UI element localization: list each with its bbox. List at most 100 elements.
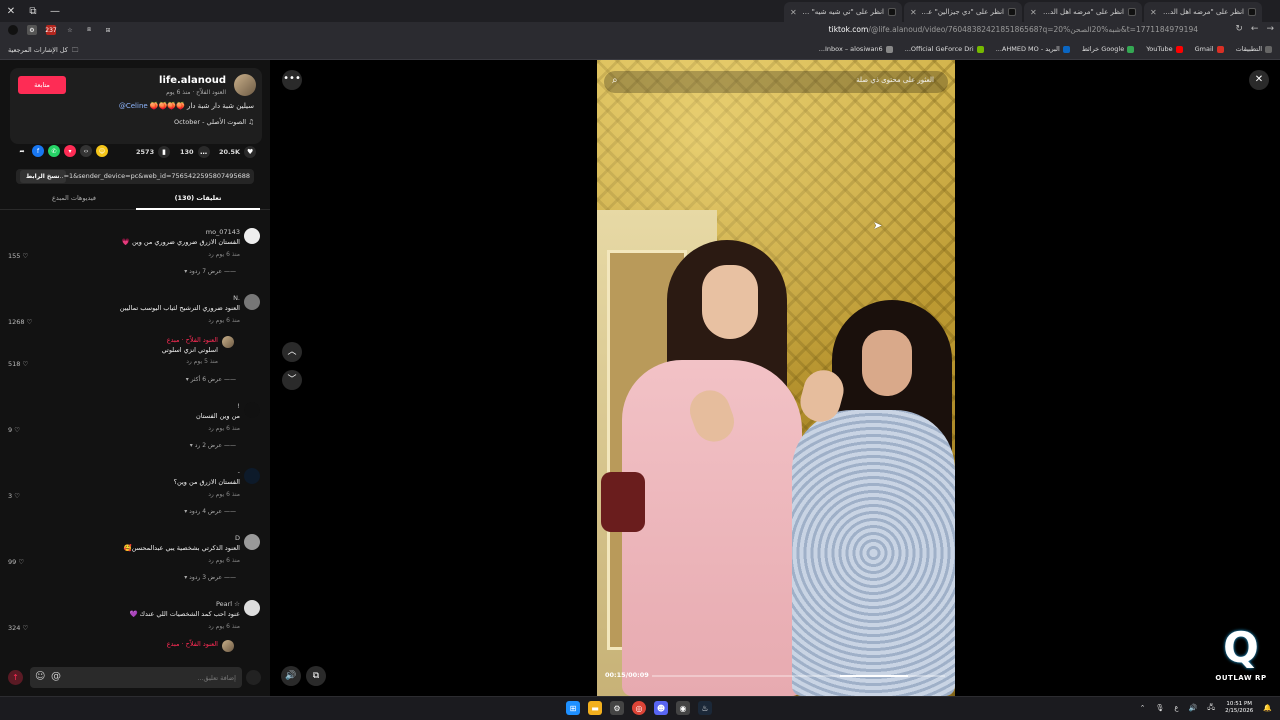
current-user-avatar[interactable] xyxy=(246,670,261,685)
reply-username[interactable]: العنود الفلاّح · مبدع xyxy=(167,640,218,648)
bookmark-mail[interactable]: البريد - AHMED MO... xyxy=(996,45,1070,53)
reply-username[interactable]: العنود الفلاّح · مبدع xyxy=(167,336,218,344)
friends-icon[interactable]: ▾ xyxy=(64,145,76,157)
view-replies[interactable]: —— عرض 7 ردود ▾ xyxy=(184,268,236,275)
comment-input[interactable] xyxy=(76,671,236,684)
comment-likes[interactable]: 99 ♡ xyxy=(8,558,24,566)
send-comment-button[interactable]: ↑ xyxy=(8,670,23,685)
close-tab-icon[interactable]: ✕ xyxy=(910,8,917,17)
video-progress-bar[interactable] xyxy=(652,675,945,677)
author-username[interactable]: life.alanoud xyxy=(159,75,226,86)
star-icon[interactable]: ☆ xyxy=(65,25,75,35)
file-explorer-icon[interactable]: ▬ xyxy=(588,701,602,715)
view-replies[interactable]: —— عرض 2 رد ▾ xyxy=(190,442,236,449)
likes-stat[interactable]: 20.5K ♥ xyxy=(219,146,257,158)
notification-icon[interactable]: 🔔 xyxy=(1263,704,1272,712)
video-player[interactable]: ⌕ العثور على محتوى ذي صلة 00:15/00:09 xyxy=(597,60,955,696)
follow-button[interactable]: متابعة xyxy=(18,76,66,94)
minimize-window-icon[interactable]: — xyxy=(44,0,66,22)
comment-likes[interactable]: 1268 ♡ xyxy=(8,318,32,326)
music-info[interactable]: ♫ الصوت الأصلي - October xyxy=(174,118,254,126)
emoji-icon[interactable]: ☺ xyxy=(35,671,45,682)
close-tab-icon[interactable]: ✕ xyxy=(1030,8,1037,17)
close-tab-icon[interactable]: ✕ xyxy=(1150,8,1157,17)
share-link-text[interactable]: ...=1&sender_device=pc&web_id=7565422595… xyxy=(57,172,250,180)
commenter-username[interactable]: mo_07143 xyxy=(206,228,240,236)
extension-badge[interactable]: 237 xyxy=(45,25,57,35)
app-icon[interactable]: ◉ xyxy=(676,701,690,715)
close-window-icon[interactable]: ✕ xyxy=(0,0,22,22)
view-more-replies[interactable]: —— عرض 6 أكثر ▾ xyxy=(186,376,236,383)
next-video-button[interactable]: ﹀ xyxy=(282,370,302,390)
whatsapp-icon[interactable]: ✆ xyxy=(48,145,60,157)
browser-tab[interactable]: ✕انظر على "دي جيزالين" على TikTok xyxy=(904,2,1022,22)
comment-likes[interactable]: 155 ♡ xyxy=(8,252,28,260)
share-icon[interactable]: ➦ xyxy=(16,145,28,157)
author-avatar[interactable] xyxy=(234,74,256,96)
comment-likes[interactable]: 9 ♡ xyxy=(8,426,20,434)
previous-video-button[interactable]: ︿ xyxy=(282,342,302,362)
commenter-avatar[interactable] xyxy=(244,228,260,244)
clock[interactable]: 10:51 PM 2/15/2026 xyxy=(1225,701,1253,715)
mention-icon[interactable]: @ xyxy=(51,671,61,682)
comment-meta[interactable]: منذ 6 يوم رد xyxy=(208,623,240,630)
bookmark-apps[interactable]: التطبيقات xyxy=(1236,45,1272,53)
saves-stat[interactable]: 2573 ▮ xyxy=(136,146,171,158)
profile-icon[interactable] xyxy=(8,25,18,35)
volume-icon[interactable]: 🔊 xyxy=(1189,704,1198,712)
related-search-bar[interactable]: ⌕ العثور على محتوى ذي صلة xyxy=(604,71,948,93)
restore-window-icon[interactable]: ⧉ xyxy=(22,0,44,22)
commenter-avatar[interactable] xyxy=(244,600,260,616)
chevron-up-icon[interactable]: ⌃ xyxy=(1140,704,1146,712)
comment-meta[interactable]: منذ 6 يوم رد xyxy=(208,317,240,324)
close-video-button[interactable]: ✕ xyxy=(1249,70,1269,90)
browser-tab[interactable]: ✕ انظر على "تي شيه شيه" على xyxy=(784,2,902,22)
embed-icon[interactable]: ‹› xyxy=(80,145,92,157)
comment-meta[interactable]: منذ 6 يوم رد xyxy=(208,557,240,564)
chrome-icon[interactable]: ◎ xyxy=(632,701,646,715)
cast-icon[interactable]: ⧈ xyxy=(84,25,94,35)
reply-avatar[interactable] xyxy=(222,336,234,348)
back-icon[interactable]: → xyxy=(1266,24,1274,34)
close-tab-icon[interactable]: ✕ xyxy=(790,8,797,17)
steam-icon[interactable]: ♨ xyxy=(698,701,712,715)
commenter-username[interactable]: D xyxy=(235,534,240,542)
reply-avatar[interactable] xyxy=(222,640,234,652)
browser-tab[interactable]: ✕ انظر على "مرضه اهل الدمام" على xyxy=(1024,2,1142,22)
bookmark-maps[interactable]: Google خرائط xyxy=(1082,45,1135,53)
commenter-avatar[interactable] xyxy=(244,468,260,484)
comment-meta[interactable]: منذ 6 يوم رد xyxy=(208,491,240,498)
reply-likes[interactable]: 518 ♡ xyxy=(8,360,28,368)
bookmark-inbox[interactable]: Inbox – alosiwan6... xyxy=(819,45,893,53)
emoji-share-icon[interactable]: ☺ xyxy=(96,145,108,157)
bookmark-geforce[interactable]: Official GeForce Dri... xyxy=(905,45,984,53)
view-replies[interactable]: —— عرض 3 ردود ▾ xyxy=(184,574,236,581)
mention-link[interactable]: Celine@ xyxy=(119,102,148,110)
comment-meta[interactable]: منذ 6 يوم رد xyxy=(208,251,240,258)
comments-stat[interactable]: 130… xyxy=(180,146,210,158)
comment-meta[interactable]: منذ 6 يوم رد xyxy=(208,425,240,432)
commenter-username[interactable]: Pearl ☆ xyxy=(216,600,240,608)
view-replies[interactable]: —— عرض 4 ردود ▾ xyxy=(184,508,236,515)
forward-icon[interactable]: ← xyxy=(1251,24,1259,34)
bookmark-youtube[interactable]: YouTube xyxy=(1146,45,1183,53)
commenter-avatar[interactable] xyxy=(244,534,260,550)
install-icon[interactable]: ⊞ xyxy=(103,25,113,35)
discord-icon[interactable]: ☻ xyxy=(654,701,668,715)
reload-icon[interactable]: ↻ xyxy=(1235,24,1243,34)
extensions-icon[interactable]: ⚙ xyxy=(27,25,37,35)
more-options-button[interactable]: ••• xyxy=(282,70,302,90)
bookmark-gmail[interactable]: Gmail xyxy=(1195,45,1224,53)
comment-likes[interactable]: 324 ♡ xyxy=(8,624,28,632)
commenter-username[interactable]: ! xyxy=(237,402,240,410)
tab-comments[interactable]: (130) تعليقات xyxy=(136,194,260,202)
comment-likes[interactable]: 3 ♡ xyxy=(8,492,20,500)
browser-tab[interactable]: ✕ انظر على "مرضه اهل الدمام" على xyxy=(1144,2,1262,22)
all-bookmarks[interactable]: كل الإشارات المرجعية 🗀 xyxy=(8,46,78,57)
commenter-username[interactable]: - xyxy=(238,468,240,476)
commenter-avatar[interactable] xyxy=(244,294,260,310)
pip-button[interactable]: ⧉ xyxy=(306,666,326,686)
commenter-avatar[interactable] xyxy=(244,402,260,418)
tab-creator-videos[interactable]: فيديوهات المبدع xyxy=(12,194,136,202)
url-field[interactable]: tiktok.com/@life.alanoud/video/760483824… xyxy=(829,25,1198,34)
